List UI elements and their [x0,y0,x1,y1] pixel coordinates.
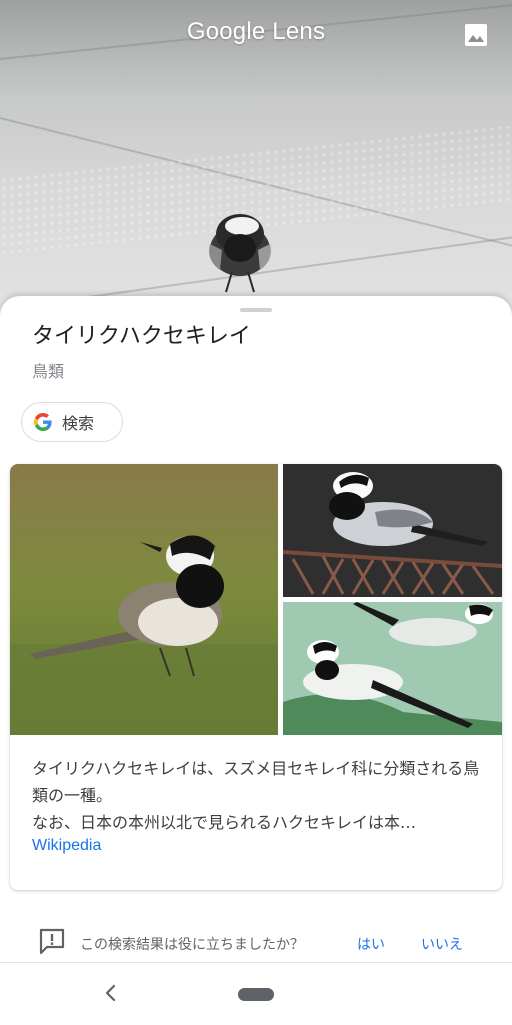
result-title: タイリクハクセキレイ [32,323,251,348]
google-g-icon [34,413,52,431]
wikipedia-link[interactable]: Wikipedia [32,837,101,855]
result-category: 鳥類 [32,362,65,381]
bird-photo-main[interactable] [10,464,278,735]
feedback-icon [39,928,65,954]
home-pill[interactable] [238,988,274,1001]
sheet-drag-handle[interactable] [240,308,272,312]
bird-illustration[interactable] [283,602,502,735]
feedback-question: この検索結果は役に立ちましたか？ [80,937,304,953]
knowledge-card[interactable]: タイリクハクセキレイは、スズメ目セキレイ科に分類される鳥類の一種。 なお、日本の本… [10,464,502,890]
image-icon[interactable] [463,22,489,48]
result-sheet[interactable]: タイリクハクセキレイ 鳥類 検索 タイリクハクセキレイは、スズメ目セキレイ科に分… [0,296,512,1024]
back-icon[interactable] [102,983,120,1003]
bird-photo-perched[interactable] [283,464,502,597]
feedback-row: この検索結果は役に立ちましたか？ はい いいえ [0,926,512,962]
feedback-no-button[interactable]: いいえ [421,934,463,954]
captured-bird-icon [209,214,271,293]
floor-tile-line [59,235,512,302]
search-button[interactable]: 検索 [21,402,123,442]
feedback-yes-button[interactable]: はい [357,934,385,954]
app-title: Google Lens [186,18,326,45]
camera-viewfinder: Google Lens [0,0,512,320]
result-description: タイリクハクセキレイは、スズメ目セキレイ科に分類される鳥類の一種。 なお、日本の本… [32,759,480,832]
search-label: 検索 [62,414,95,433]
system-nav-bar [0,962,512,1025]
